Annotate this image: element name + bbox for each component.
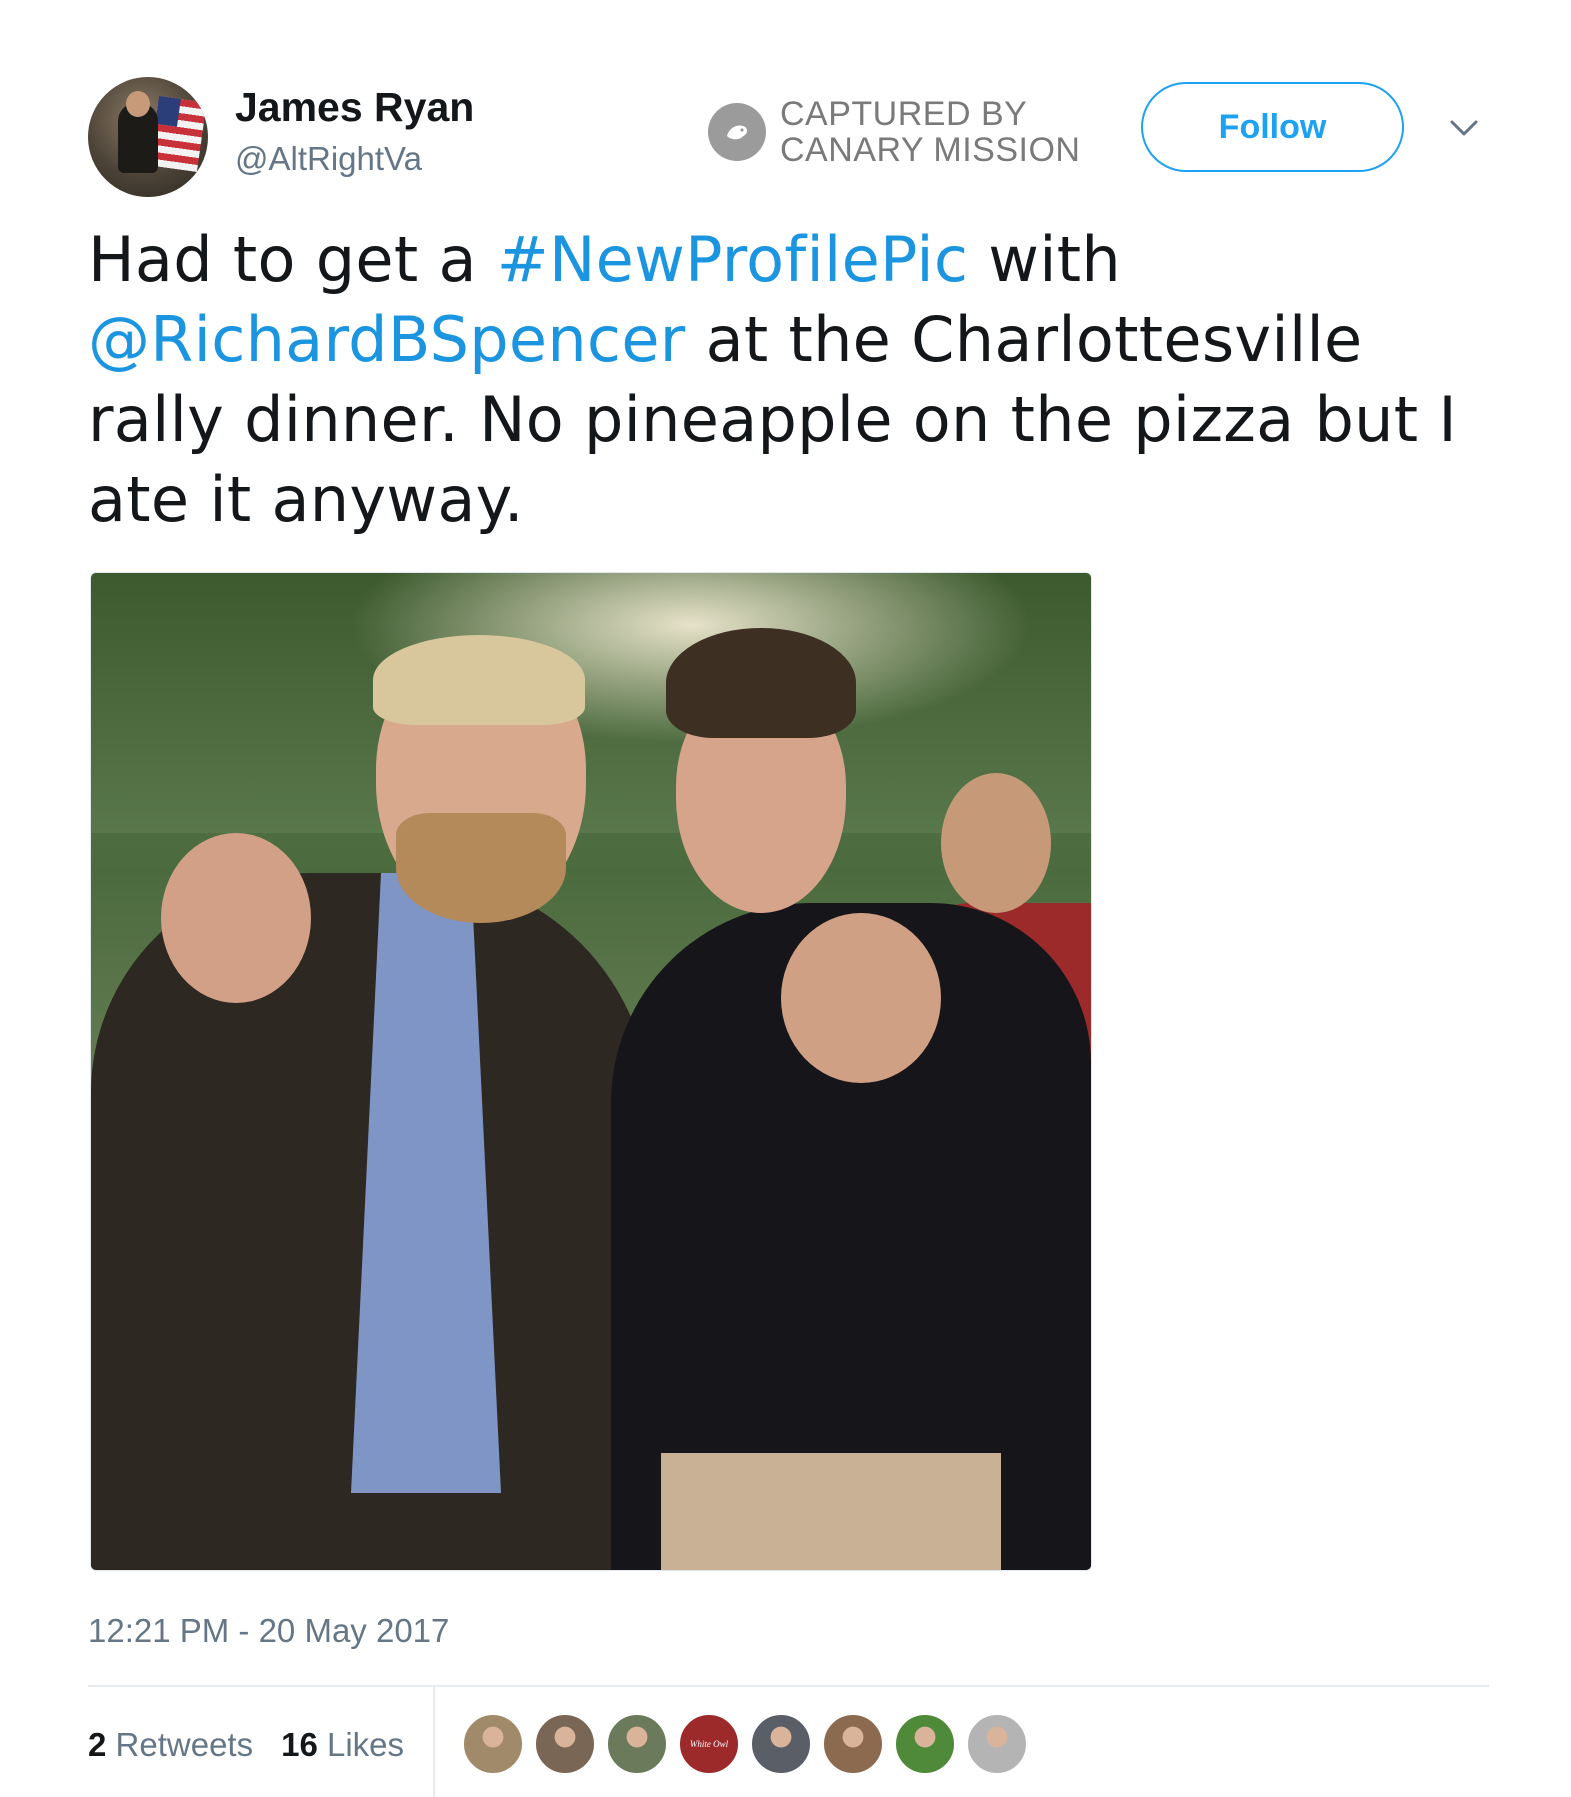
likes-stat[interactable]: 16 Likes <box>281 1726 404 1764</box>
retweets-label: Retweets <box>115 1726 254 1763</box>
likes-label: Likes <box>326 1726 405 1763</box>
liker-avatar[interactable] <box>606 1713 668 1775</box>
liker-avatar[interactable]: White Owl <box>678 1713 740 1775</box>
liker-avatar[interactable] <box>462 1713 524 1775</box>
liker-avatar[interactable] <box>822 1713 884 1775</box>
retweets-count: 2 <box>88 1726 107 1763</box>
follow-button[interactable]: Follow <box>1141 82 1404 172</box>
photo-bystander-face <box>941 773 1051 913</box>
retweets-stat[interactable]: 2 Retweets <box>88 1726 253 1764</box>
photo-person-right-hair <box>666 628 856 738</box>
stats-separator <box>433 1687 435 1797</box>
liker-avatar[interactable] <box>894 1713 956 1775</box>
photo-person-left-hair <box>373 635 585 725</box>
user-avatar[interactable] <box>88 77 208 197</box>
liker-avatar[interactable] <box>534 1713 596 1775</box>
photo-person-left-beard <box>396 813 566 923</box>
tweet-text: Had to get a #NewProfilePic with @Richar… <box>88 220 1508 540</box>
tweet-text-part-1: Had to get a <box>88 223 497 296</box>
photo-person-right-hand <box>781 913 941 1083</box>
divider <box>88 1685 1489 1687</box>
photo-person-right-pants <box>661 1453 1001 1570</box>
photo-background <box>91 573 1091 833</box>
person-head-graphic <box>126 91 150 117</box>
tweet-stats: 2 Retweets 16 Likes <box>88 1720 432 1770</box>
liker-avatar-label: White Owl <box>689 1739 729 1749</box>
chevron-down-icon[interactable] <box>1448 112 1480 144</box>
hashtag-link[interactable]: #NewProfilePic <box>497 223 969 296</box>
tweet-header: James Ryan @AltRightVa CAPTURED BY CANAR… <box>88 74 1488 197</box>
canary-mission-stamp: CAPTURED BY CANARY MISSION <box>708 86 1088 168</box>
tweet-timestamp[interactable]: 12:21 PM - 20 May 2017 <box>88 1612 449 1650</box>
tweet-photo[interactable] <box>90 572 1092 1571</box>
stamp-line-1: CAPTURED BY <box>780 95 1028 133</box>
likers-list: White Owl <box>462 1713 1038 1775</box>
canary-bird-icon <box>708 103 766 161</box>
user-handle[interactable]: @AltRightVa <box>235 140 422 178</box>
liker-avatar[interactable] <box>750 1713 812 1775</box>
stamp-line-2: CANARY MISSION <box>780 131 1081 169</box>
liker-avatar[interactable] <box>966 1713 1028 1775</box>
mention-link[interactable]: @RichardBSpencer <box>88 303 686 376</box>
user-name[interactable]: James Ryan <box>235 84 474 131</box>
stamp-text: CAPTURED BY CANARY MISSION <box>780 96 1080 168</box>
tweet-text-part-2: with <box>968 223 1122 296</box>
likes-count: 16 <box>281 1726 318 1763</box>
photo-person-left-hand <box>161 833 311 1003</box>
